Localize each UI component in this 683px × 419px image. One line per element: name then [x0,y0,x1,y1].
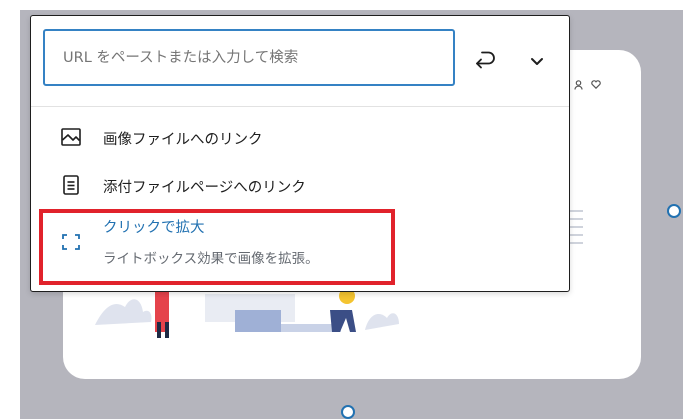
resize-handle-bottom[interactable] [341,405,355,419]
page-icon [59,173,83,197]
menu-item-image-file-link[interactable]: 画像ファイルへのリンク [31,120,569,156]
card-text-lines [569,210,583,250]
user-icon [574,80,583,90]
card-mini-icons [574,80,601,90]
options-dropdown-button[interactable] [521,44,553,78]
heart-icon [591,80,601,89]
resize-handle-right[interactable] [667,204,681,218]
menu-item-attachment-page-link[interactable]: 添付ファイルページへのリンク [31,168,569,204]
url-search-input[interactable] [43,29,455,86]
menu-item-label: 添付ファイルページへのリンク [103,180,306,196]
submit-button[interactable] [467,41,505,79]
menu-item-label: 画像ファイルへのリンク [103,132,263,148]
url-input-row [31,16,569,107]
chevron-down-icon [531,58,543,65]
highlight-annotation [39,209,395,285]
enter-return-icon [476,51,495,69]
image-icon [59,125,83,149]
